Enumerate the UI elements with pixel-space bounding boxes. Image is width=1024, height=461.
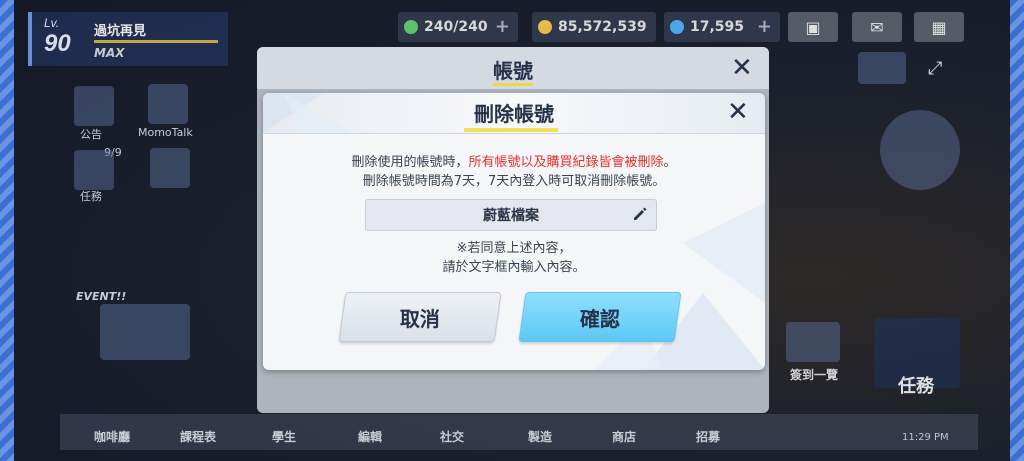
header-divider	[263, 133, 765, 134]
notice-label: 公告	[80, 128, 102, 141]
gems-value: 17,595	[690, 19, 745, 35]
decorative-triangles	[263, 93, 765, 370]
input-value: 蔚藍檔案	[483, 208, 539, 224]
warning-line-2: 刪除帳號時間為7天，7天內登入時可取消刪除帳號。	[362, 174, 666, 189]
left-border-stripe	[0, 0, 14, 461]
confirm-label: 確認	[580, 306, 620, 331]
mail-button[interactable]: ✉	[852, 12, 902, 42]
player-name: 過坑再見	[94, 24, 147, 39]
task-button[interactable]	[74, 150, 114, 190]
nav-shop[interactable]: 商店	[612, 428, 636, 445]
nav-schedule[interactable]: 課程表	[180, 428, 216, 445]
right-border-stripe	[1010, 0, 1024, 461]
nav-crafting[interactable]: 製造	[528, 428, 552, 445]
cancel-label: 取消	[400, 306, 440, 331]
confirm-button[interactable]: 確認	[518, 292, 682, 342]
warning-prefix: 刪除使用的帳號時，	[351, 155, 469, 170]
delete-title-underline	[464, 128, 558, 132]
add-stamina-icon[interactable]: +	[495, 16, 510, 37]
stamina-icon	[404, 20, 418, 34]
nav-students[interactable]: 學生	[272, 428, 296, 445]
delete-dialog-title: 刪除帳號	[474, 102, 554, 126]
warning-suffix: 。	[663, 155, 677, 170]
account-title-underline	[493, 83, 533, 86]
nav-cafe[interactable]: 咖啡廳	[94, 428, 130, 445]
item-button[interactable]	[150, 148, 190, 188]
player-level: 90	[44, 30, 71, 57]
warning-line-1: 刪除使用的帳號時，所有帳號以及購買紀錄皆會被刪除。	[263, 151, 765, 170]
hint-line-1: ※若同意上述內容，	[456, 241, 572, 256]
exp-bar	[94, 40, 218, 43]
gems-resource[interactable]: 17,595 +	[664, 12, 780, 42]
add-gems-icon[interactable]: +	[757, 16, 772, 37]
event-portrait-banner[interactable]	[880, 110, 960, 190]
mail-icon: ✉	[870, 17, 884, 37]
close-icon[interactable]: ✕	[731, 53, 753, 83]
warning-highlight: 所有帳號以及購買紀錄皆會被刪除	[468, 155, 664, 170]
close-icon[interactable]: ✕	[727, 97, 749, 127]
event-banner[interactable]	[100, 304, 190, 360]
credits-value: 85,572,539	[558, 19, 647, 35]
player-level-panel[interactable]: Lv. 90 過坑再見 MAX	[28, 12, 228, 66]
menu-button[interactable]: ▦	[914, 12, 964, 42]
momotalk-label: MomoTalk	[138, 126, 193, 139]
stamina-value: 240/240	[424, 19, 488, 35]
account-badge[interactable]	[858, 52, 906, 84]
gift-box-button[interactable]: ▣	[788, 12, 838, 42]
delete-account-dialog: 刪除帳號 ✕ 刪除使用的帳號時，所有帳號以及購買紀錄皆會被刪除。 刪除帳號時間為…	[263, 93, 765, 370]
pencil-icon	[634, 207, 647, 220]
nav-social[interactable]: 社交	[440, 428, 464, 445]
gem-icon	[670, 20, 684, 34]
checkin-button[interactable]	[786, 322, 840, 362]
account-dialog-title: 帳號	[493, 59, 533, 83]
event-label: EVENT!!	[76, 290, 127, 303]
fullscreen-icon[interactable]: ⤢	[928, 58, 942, 79]
checkin-label: 簽到一覽	[790, 368, 839, 382]
stamina-resource[interactable]: 240/240 +	[398, 12, 518, 42]
level-max-label: MAX	[94, 46, 125, 60]
hint-line-2: 請於文字框內輸入內容。	[442, 260, 586, 275]
confirm-text-input[interactable]: 蔚藍檔案	[365, 199, 657, 231]
cancel-button[interactable]: 取消	[338, 292, 502, 342]
credits-resource: 85,572,539	[532, 12, 656, 42]
notice-button[interactable]	[74, 86, 114, 126]
nav-formation[interactable]: 編輯	[358, 428, 382, 445]
mission-label: 任務	[898, 376, 934, 397]
level-prefix: Lv.	[44, 16, 60, 30]
credits-icon	[538, 20, 552, 34]
nav-recruit[interactable]: 招募	[696, 428, 720, 445]
momotalk-button[interactable]	[148, 84, 188, 124]
task-label: 任務	[80, 190, 102, 203]
grid-menu-icon: ▦	[931, 17, 947, 37]
clock-time: 11:29 PM	[902, 432, 949, 443]
gift-icon: ▣	[805, 17, 821, 37]
